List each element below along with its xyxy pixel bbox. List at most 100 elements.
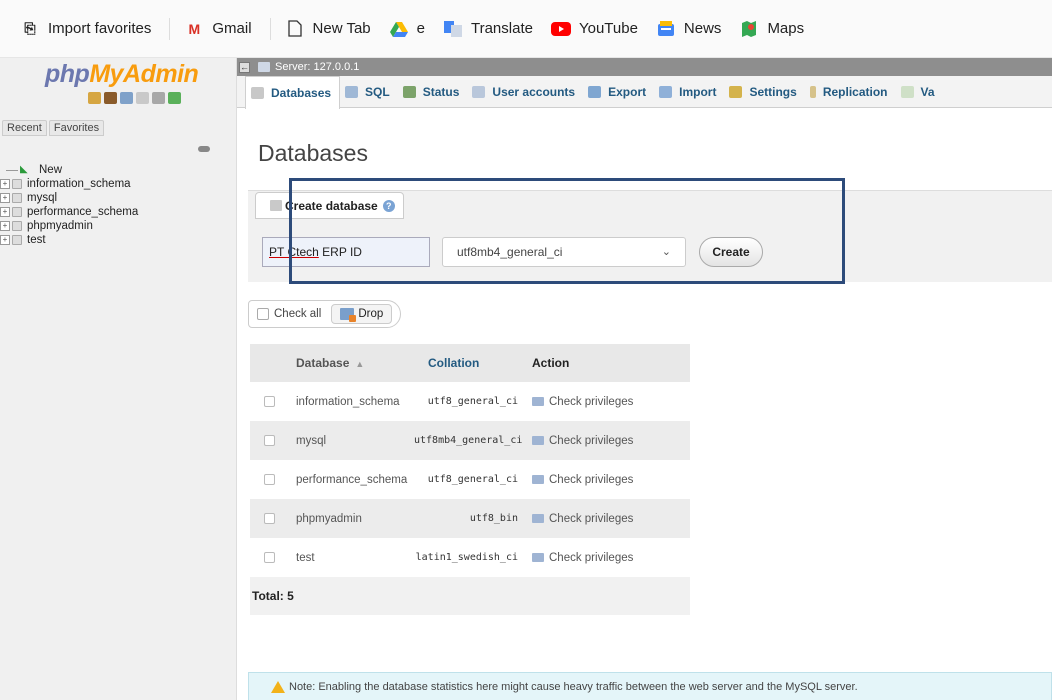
page-icon	[285, 20, 305, 38]
header-database[interactable]: Database ▲	[288, 356, 414, 370]
database-name-link[interactable]: test	[288, 552, 414, 564]
tree-item-database[interactable]: + information_schema	[0, 177, 138, 191]
tab-favorites[interactable]: Favorites	[48, 120, 105, 136]
tree-label: test	[27, 234, 46, 246]
query-icon[interactable]	[120, 92, 133, 104]
annotation-highlight-box	[289, 178, 845, 284]
tree-label: phpmyadmin	[27, 220, 93, 232]
tab-settings[interactable]: Settings	[724, 76, 804, 108]
privileges-icon	[532, 514, 544, 523]
expand-icon[interactable]: +	[0, 193, 10, 203]
tab-label: User accounts	[492, 84, 576, 99]
fav-new-tab[interactable]: New Tab	[285, 20, 371, 38]
database-tree: ◣ New + information_schema + mysql + per…	[0, 163, 138, 247]
users-icon	[472, 85, 486, 98]
expand-icon[interactable]: +	[0, 235, 10, 245]
header-collation[interactable]: Collation	[414, 356, 524, 370]
new-db-icon: ◣	[20, 164, 28, 175]
tab-label: Import	[679, 84, 717, 99]
action-label: Check privileges	[549, 512, 634, 525]
tab-user-accounts[interactable]: User accounts	[467, 76, 583, 108]
tab-databases[interactable]: Databases	[245, 75, 341, 109]
bulk-actions: Check all Drop	[248, 300, 402, 328]
gear-icon[interactable]	[152, 92, 165, 104]
database-icon	[12, 221, 22, 231]
action-label: Check privileges	[549, 434, 634, 447]
warning-icon	[271, 680, 285, 693]
row-checkbox[interactable]	[263, 474, 275, 485]
tab-label: Replication	[822, 84, 888, 99]
fav-news[interactable]: News	[656, 20, 721, 38]
fav-label: Translate	[470, 20, 533, 37]
fav-import-favorites[interactable]: ⎘ Import favorites	[20, 20, 151, 38]
replication-icon	[809, 85, 816, 98]
privileges-icon	[532, 553, 544, 562]
database-icon	[12, 207, 22, 217]
privileges-icon	[532, 397, 544, 406]
fav-translate[interactable]: Translate	[443, 20, 533, 38]
favorites-bar: ⎘ Import favorites M Gmail New Tab e Tra…	[0, 0, 1052, 58]
database-name-link[interactable]: information_schema	[288, 396, 414, 408]
tab-status[interactable]: Status	[398, 76, 468, 108]
check-all-label[interactable]: Check all	[274, 308, 321, 320]
expand-icon[interactable]: +	[0, 179, 10, 189]
database-name-link[interactable]: performance_schema	[288, 474, 414, 486]
tree-item-new[interactable]: ◣ New	[0, 163, 138, 177]
database-name-link[interactable]: mysql	[288, 435, 414, 447]
logo-php: php	[45, 60, 90, 88]
check-privileges-link[interactable]: Check privileges	[524, 435, 690, 447]
tree-label: performance_schema	[27, 206, 139, 218]
fav-gmail[interactable]: M Gmail	[184, 20, 252, 38]
check-privileges-link[interactable]: Check privileges	[524, 552, 690, 564]
tree-item-database[interactable]: + test	[0, 233, 138, 247]
expand-icon[interactable]: +	[0, 221, 10, 231]
fav-youtube[interactable]: YouTube	[550, 20, 638, 38]
statistics-note: Note: Enabling the database statistics h…	[248, 672, 1052, 700]
translate-icon	[443, 20, 463, 38]
tab-replication[interactable]: Replication	[805, 76, 896, 108]
phpmyadmin-logo[interactable]: phpMyAdmin	[45, 60, 199, 89]
server-link[interactable]: Server: 127.0.0.1	[258, 61, 359, 73]
row-checkbox[interactable]	[263, 396, 275, 407]
tab-recent[interactable]: Recent	[2, 120, 47, 136]
row-checkbox[interactable]	[263, 513, 275, 524]
row-checkbox[interactable]	[263, 435, 275, 446]
check-privileges-link[interactable]: Check privileges	[524, 513, 690, 525]
check-privileges-link[interactable]: Check privileges	[524, 474, 690, 486]
check-all-checkbox[interactable]	[257, 308, 269, 320]
tab-variables[interactable]: Va	[896, 76, 943, 108]
database-name-link[interactable]: phpmyadmin	[288, 513, 414, 525]
tree-item-database[interactable]: + phpmyadmin	[0, 219, 138, 233]
header-action: Action	[532, 356, 570, 370]
docs-icon[interactable]	[136, 92, 149, 104]
database-icon	[12, 235, 22, 245]
expand-icon[interactable]: +	[0, 207, 10, 217]
drop-button[interactable]: Drop	[331, 304, 393, 324]
tab-import[interactable]: Import	[654, 76, 724, 108]
top-menu: Databases SQL Status User accounts Expor…	[237, 75, 1052, 109]
tab-export[interactable]: Export	[583, 76, 654, 108]
server-breadcrumb: ← Server: 127.0.0.1	[237, 58, 1052, 76]
reload-icon[interactable]	[168, 92, 181, 104]
action-label: Check privileges	[549, 473, 634, 486]
collapse-nav-icon[interactable]: ←	[239, 61, 250, 73]
fav-maps[interactable]: Maps	[739, 20, 804, 38]
row-checkbox[interactable]	[263, 552, 275, 563]
home-icon[interactable]	[88, 92, 101, 104]
tab-sql[interactable]: SQL	[340, 76, 398, 108]
tree-item-database[interactable]: + mysql	[0, 191, 138, 205]
tree-label: mysql	[27, 192, 58, 204]
fav-label: e	[416, 20, 425, 37]
check-privileges-link[interactable]: Check privileges	[524, 396, 690, 408]
fav-drive[interactable]: e	[389, 20, 425, 38]
exit-icon[interactable]	[104, 92, 117, 104]
new-database-icon	[270, 200, 282, 211]
sql-icon	[345, 85, 359, 98]
drive-icon	[389, 20, 409, 38]
tree-item-database[interactable]: + performance_schema	[0, 205, 138, 219]
server-label: Server: 127.0.0.1	[275, 61, 360, 73]
collation-cell: latin1_swedish_ci	[415, 552, 518, 563]
status-icon	[402, 85, 416, 98]
collapse-all-icon[interactable]	[198, 146, 210, 152]
fav-label: Import favorites	[48, 20, 152, 37]
